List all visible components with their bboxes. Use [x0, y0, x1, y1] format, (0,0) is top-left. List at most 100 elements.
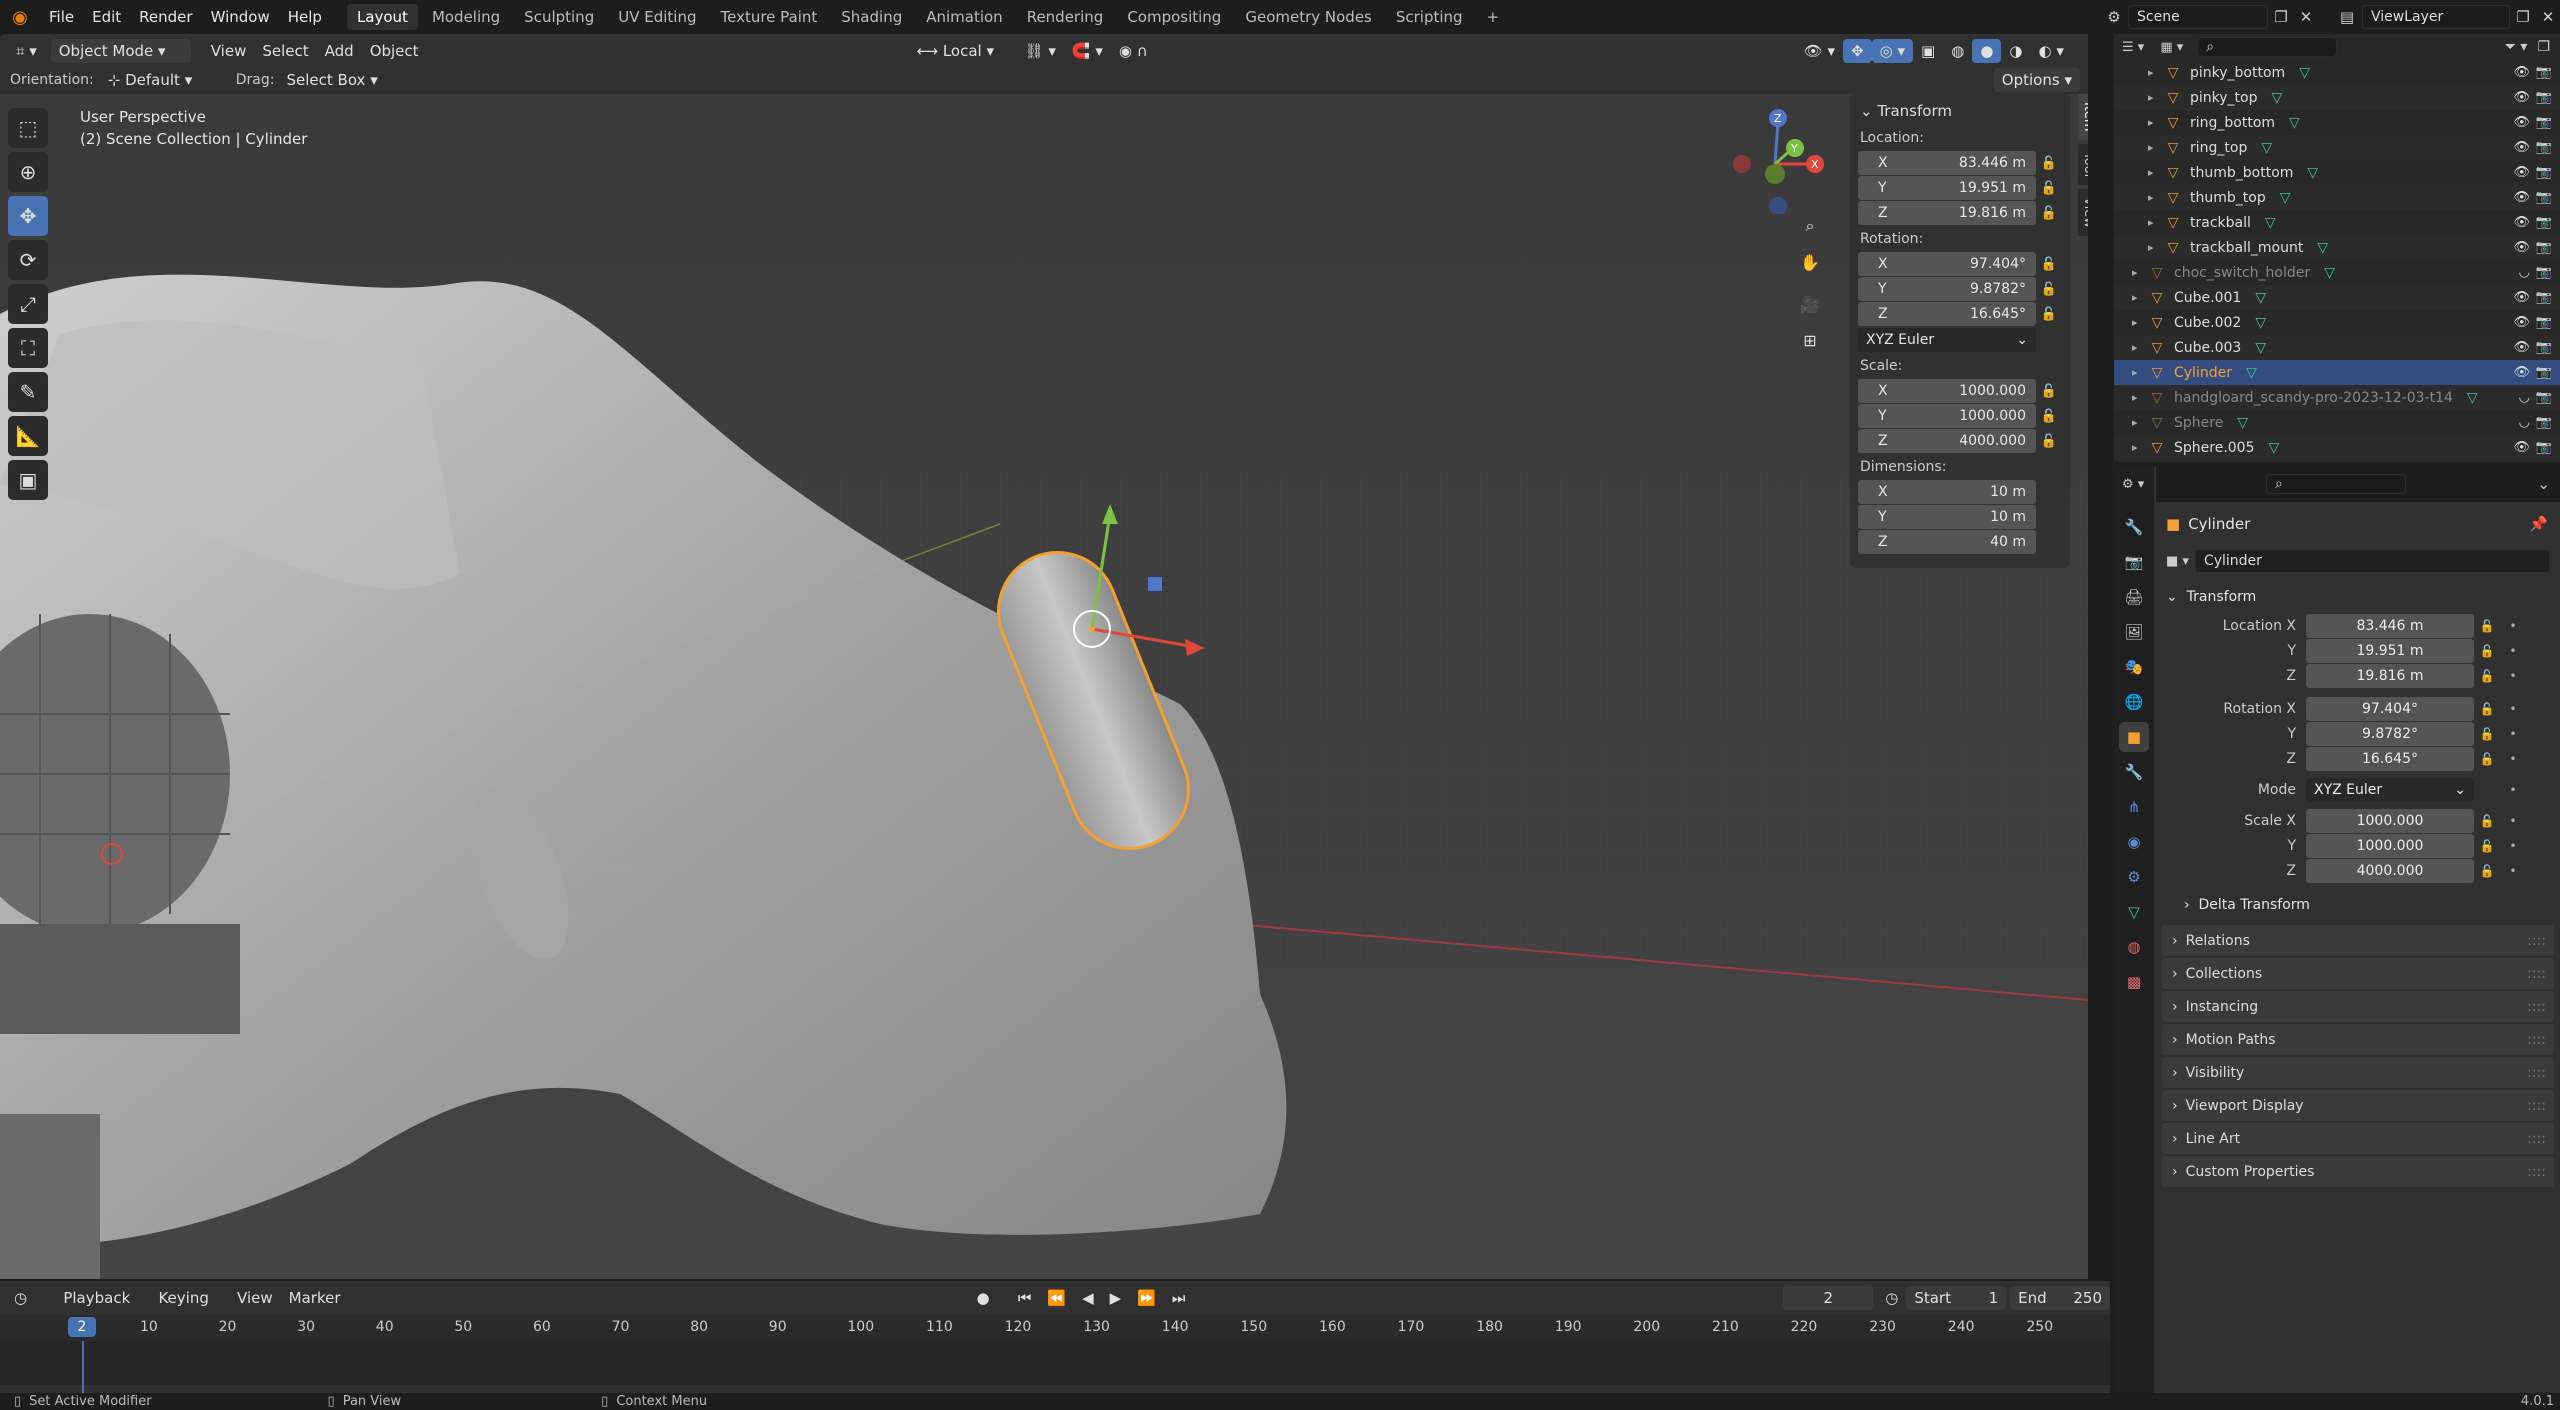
lock-icon[interactable]: 🔓 [2036, 409, 2062, 424]
section-visibility[interactable]: › Visibility:::: [2162, 1057, 2554, 1088]
render-camera-icon[interactable]: 📷 [2536, 90, 2552, 105]
timeline-editor-icon[interactable]: ◷ ▾ [6, 1286, 47, 1331]
mesh-data-icon[interactable]: ▽ [2269, 440, 2280, 456]
section-instancing[interactable]: › Instancing:::: [2162, 991, 2554, 1022]
prop-rotation-z[interactable]: Z 16.645° 🔓 • [2156, 747, 2560, 771]
tab-uv-editing[interactable]: UV Editing [608, 4, 706, 30]
object-props-icon[interactable]: ■ [2119, 722, 2149, 752]
texture-props-icon[interactable]: ▩ [2119, 967, 2149, 997]
expand-arrow-icon[interactable]: ▸ [2148, 191, 2162, 204]
keyframe-dot-icon[interactable]: • [2500, 783, 2526, 797]
visibility-eye-icon[interactable]: ◡ [2519, 415, 2530, 430]
expand-arrow-icon[interactable]: ▸ [2148, 216, 2162, 229]
view-layer-field[interactable]: ViewLayer [2362, 5, 2510, 29]
lock-icon[interactable]: 🔓 [2474, 839, 2500, 853]
mesh-data-icon[interactable]: ▽ [2255, 315, 2266, 331]
visibility-eye-icon[interactable]: ◡ [2519, 265, 2530, 280]
annotate-tool-icon[interactable]: ✎ [8, 372, 48, 412]
lock-icon[interactable]: 🔓 [2474, 644, 2500, 658]
scale-z-field[interactable]: Z 4000.000 🔓 [1858, 429, 2062, 453]
select-box-tool-icon[interactable]: ⬚ [8, 108, 48, 148]
transform-section-header[interactable]: ⌄ Transform [2156, 580, 2560, 614]
outliner-row[interactable]: ▸ ▽ handgloard_scandy-pro-2023-12-03-t14 ▽ ◡… [2114, 385, 2560, 410]
view-layer-icon[interactable]: ▤ [2332, 8, 2362, 26]
prop-scale-y[interactable]: Y 1000.000 🔓 • [2156, 834, 2560, 858]
rotation-z-field[interactable]: Z 16.645° 🔓 [1858, 302, 2062, 326]
prop-scale-x[interactable]: Scale X 1000.000 🔓 • [2156, 809, 2560, 833]
gizmo-toggle-icon[interactable]: ✥ [1843, 39, 1872, 63]
add-workspace-icon[interactable]: + [1477, 4, 1510, 30]
keyframe-dot-icon[interactable]: • [2500, 669, 2526, 683]
expand-arrow-icon[interactable]: ▸ [2148, 166, 2162, 179]
keyframe-dot-icon[interactable]: • [2500, 702, 2526, 716]
menu-view[interactable]: View [203, 39, 255, 63]
menu-file[interactable]: File [40, 0, 83, 34]
visibility-eye-icon[interactable]: 👁 [2513, 165, 2530, 180]
outliner-row[interactable]: ▸ ▽ Cylinder ▽ 👁 📷 [2114, 360, 2560, 385]
expand-arrow-icon[interactable]: ▸ [2148, 66, 2162, 79]
prop-location-x[interactable]: Location X 83.446 m 🔓 • [2156, 614, 2560, 638]
section-custom-properties[interactable]: › Custom Properties:::: [2162, 1156, 2554, 1187]
render-camera-icon[interactable]: 📷 [2536, 290, 2552, 305]
render-camera-icon[interactable]: 📷 [2536, 440, 2552, 455]
outliner-row[interactable]: ▸ ▽ Cube.003 ▽ 👁 📷 [2114, 335, 2560, 360]
render-camera-icon[interactable]: 📷 [2536, 340, 2552, 355]
menu-window[interactable]: Window [202, 0, 279, 34]
lock-icon[interactable]: 🔓 [2036, 206, 2062, 221]
editor-type-icon[interactable]: ⌗ ▾ [8, 39, 45, 63]
expand-arrow-icon[interactable]: ▸ [2132, 291, 2146, 304]
expand-arrow-icon[interactable]: ▸ [2132, 366, 2146, 379]
keyframe-dot-icon[interactable]: • [2500, 814, 2526, 828]
render-camera-icon[interactable]: 📷 [2536, 115, 2552, 130]
shading-rendered-icon[interactable]: ◐ ▾ [2031, 39, 2072, 63]
expand-arrow-icon[interactable]: ▸ [2132, 266, 2146, 279]
render-camera-icon[interactable]: 📷 [2536, 390, 2552, 405]
start-frame-field[interactable]: Start 1 [1906, 1286, 2007, 1310]
mesh-data-icon[interactable]: ▽ [2307, 165, 2318, 181]
render-camera-icon[interactable]: 📷 [2536, 365, 2552, 380]
tab-geometry-nodes[interactable]: Geometry Nodes [1235, 4, 1382, 30]
n-panel-transform-header[interactable]: ⌄ Transform [1860, 102, 2062, 120]
jump-start-icon[interactable]: ⏮ [1010, 1286, 1040, 1310]
mesh-data-icon[interactable]: ▽ [2289, 115, 2300, 131]
jump-end-icon[interactable]: ⏭ [1164, 1286, 1194, 1310]
properties-editor-icon[interactable]: ⚙ ▾ [2122, 477, 2144, 492]
keyframe-dot-icon[interactable]: • [2500, 644, 2526, 658]
outliner-row[interactable]: ▸ ▽ pinky_bottom ▽ 👁 📷 [2114, 60, 2560, 85]
menu-edit[interactable]: Edit [83, 0, 130, 34]
lock-icon[interactable]: 🔓 [2036, 181, 2062, 196]
modifier-props-icon[interactable]: 🔧 [2119, 757, 2149, 787]
tab-shading[interactable]: Shading [831, 4, 912, 30]
lock-icon[interactable]: 🔓 [2474, 864, 2500, 878]
expand-arrow-icon[interactable]: ▸ [2132, 391, 2146, 404]
location-y-field[interactable]: Y 19.951 m 🔓 [1858, 176, 2062, 200]
xray-icon[interactable]: ▣ [1913, 39, 1943, 63]
datablock-type-icon[interactable]: ■ ▾ [2166, 554, 2189, 569]
expand-arrow-icon[interactable]: ▸ [2132, 316, 2146, 329]
mesh-data-icon[interactable]: ▽ [2255, 290, 2266, 306]
proportional-edit-icon[interactable]: ◉ ∩ [1111, 39, 1156, 63]
menu-marker[interactable]: Marker [281, 1286, 349, 1310]
constraints-props-icon[interactable]: ⚙ [2119, 862, 2149, 892]
outliner-row[interactable]: ▸ ▽ ring_bottom ▽ 👁 📷 [2114, 110, 2560, 135]
outliner-row[interactable]: ▸ ▽ pinky_top ▽ 👁 📷 [2114, 85, 2560, 110]
keyframe-dot-icon[interactable]: • [2500, 752, 2526, 766]
outliner-display-mode-icon[interactable]: ▦ ▾ [2160, 40, 2183, 55]
render-camera-icon[interactable]: 📷 [2536, 415, 2552, 430]
tab-compositing[interactable]: Compositing [1117, 4, 1231, 30]
section-relations[interactable]: › Relations:::: [2162, 925, 2554, 956]
lock-icon[interactable]: 🔓 [2474, 752, 2500, 766]
section-motion-paths[interactable]: › Motion Paths:::: [2162, 1024, 2554, 1055]
blender-logo-icon[interactable]: ◉ [0, 7, 40, 28]
expand-arrow-icon[interactable]: ▸ [2132, 441, 2146, 454]
tab-modeling[interactable]: Modeling [422, 4, 510, 30]
prop-scale-z[interactable]: Z 4000.000 🔓 • [2156, 859, 2560, 883]
outliner-row[interactable]: ▸ ▽ Sphere ▽ ◡ 📷 [2114, 410, 2560, 435]
tab-rendering[interactable]: Rendering [1017, 4, 1114, 30]
lock-icon[interactable]: 🔓 [2474, 702, 2500, 716]
visibility-eye-icon[interactable]: 👁 [2513, 115, 2530, 130]
dimensions-x-field[interactable]: X 10 m [1858, 480, 2062, 504]
outliner-row[interactable]: ▸ ▽ trackball_mount ▽ 👁 📷 [2114, 235, 2560, 260]
lock-icon[interactable]: 🔓 [2036, 282, 2062, 297]
shading-solid-icon[interactable]: ● [1972, 39, 2002, 63]
